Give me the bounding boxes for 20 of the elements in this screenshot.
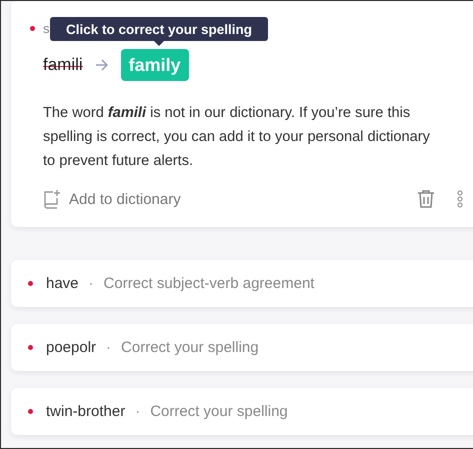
alert-card[interactable]: have · Correct subject-verb agreement <box>11 260 473 307</box>
delete-icon[interactable] <box>417 189 435 209</box>
flagged-word: have <box>46 275 79 292</box>
alert-description: Correct your spelling <box>121 339 259 356</box>
flagged-word: twin-brother <box>46 403 126 420</box>
alert-card[interactable]: poepolr · Correct your spelling <box>11 324 473 371</box>
explanation-text: The word famili is not in our dictionary. If you’re sure this spelling is correct, you can add it to your personal dictionary to prevent future alerts. <box>43 104 431 171</box>
alert-card[interactable]: twin-brother · Correct your spelling <box>11 388 473 435</box>
book-plus-icon <box>43 189 61 209</box>
separator: · <box>135 403 140 420</box>
arrow-icon <box>94 59 109 71</box>
alert-description: Correct subject-verb agreement <box>104 275 314 292</box>
separator: · <box>88 275 94 292</box>
separator: · <box>106 339 112 356</box>
alert-category: s <box>43 20 50 36</box>
tooltip: Click to correct your spelling <box>50 17 268 46</box>
more-options-icon[interactable] <box>457 190 463 208</box>
alert-description: Correct your spelling <box>150 403 288 420</box>
flagged-word: poepolr <box>46 339 96 356</box>
add-to-dictionary-button[interactable]: Add to dictionary <box>43 189 181 209</box>
